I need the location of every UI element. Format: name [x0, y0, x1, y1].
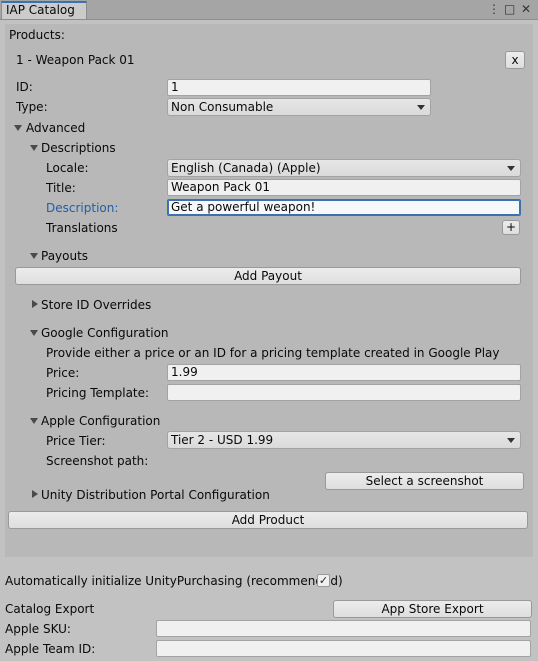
- locale-dropdown[interactable]: English (Canada) (Apple): [167, 159, 521, 177]
- google-pricing-hint: Provide either a price or an ID for a pr…: [46, 346, 500, 360]
- store-id-overrides-foldout-icon[interactable]: [32, 300, 38, 308]
- udp-configuration-foldout-label[interactable]: Unity Distribution Portal Configuration: [41, 487, 270, 503]
- udp-configuration-foldout-icon[interactable]: [32, 490, 38, 498]
- auto-initialize-checkbox[interactable]: ✓: [317, 574, 330, 587]
- close-icon[interactable]: ✕: [521, 1, 531, 17]
- auto-initialize-label: Automatically initialize UnityPurchasing…: [5, 574, 343, 588]
- apple-team-id-field[interactable]: [156, 640, 531, 657]
- select-screenshot-button[interactable]: Select a screenshot: [325, 472, 524, 490]
- products-heading: Products:: [9, 28, 65, 42]
- window-tab-bar: IAP Catalog ⋮ □ ✕: [0, 0, 538, 20]
- apple-sku-field[interactable]: [156, 620, 531, 637]
- title-label: Title:: [46, 181, 76, 195]
- description-label: Description:: [46, 201, 119, 215]
- price-tier-dropdown[interactable]: Tier 2 - USD 1.99: [167, 431, 521, 449]
- description-field[interactable]: Get a powerful weapon!: [167, 199, 521, 216]
- id-field[interactable]: 1: [167, 79, 431, 96]
- apple-sku-label: Apple SKU:: [5, 622, 71, 636]
- descriptions-foldout-label[interactable]: Descriptions: [41, 140, 116, 156]
- translations-label: Translations: [46, 221, 118, 235]
- price-label: Price:: [46, 366, 80, 380]
- locale-dropdown-value: English (Canada) (Apple): [171, 161, 321, 175]
- chevron-down-icon: [417, 105, 425, 110]
- advanced-foldout-icon[interactable]: [14, 125, 22, 131]
- title-field[interactable]: Weapon Pack 01: [167, 179, 521, 196]
- window-menu-icon[interactable]: ⋮: [488, 1, 500, 17]
- payouts-foldout-label[interactable]: Payouts: [41, 248, 88, 264]
- app-store-export-button[interactable]: App Store Export: [333, 600, 532, 618]
- google-configuration-foldout-icon[interactable]: [30, 330, 38, 336]
- screenshot-path-label: Screenshot path:: [46, 454, 149, 468]
- add-product-button[interactable]: Add Product: [8, 511, 528, 529]
- maximize-icon[interactable]: □: [504, 1, 515, 17]
- price-tier-dropdown-value: Tier 2 - USD 1.99: [171, 433, 274, 447]
- pricing-template-field[interactable]: [167, 384, 521, 401]
- descriptions-foldout-icon[interactable]: [30, 145, 38, 151]
- add-translation-button[interactable]: +: [502, 220, 520, 235]
- locale-label: Locale:: [46, 161, 89, 175]
- apple-configuration-foldout-icon[interactable]: [30, 418, 38, 424]
- type-dropdown-value: Non Consumable: [171, 100, 274, 114]
- type-dropdown[interactable]: Non Consumable: [167, 98, 431, 116]
- apple-team-id-label: Apple Team ID:: [5, 642, 96, 656]
- store-id-overrides-foldout-label[interactable]: Store ID Overrides: [41, 297, 151, 313]
- chevron-down-icon: [507, 166, 515, 171]
- pricing-template-label: Pricing Template:: [46, 386, 150, 400]
- add-payout-button[interactable]: Add Payout: [15, 267, 521, 285]
- google-configuration-foldout-label[interactable]: Google Configuration: [41, 325, 169, 341]
- chevron-down-icon: [507, 438, 515, 443]
- price-tier-label: Price Tier:: [46, 434, 106, 448]
- advanced-foldout-label[interactable]: Advanced: [26, 120, 85, 136]
- apple-configuration-foldout-label[interactable]: Apple Configuration: [41, 413, 160, 429]
- catalog-export-label: Catalog Export: [5, 602, 95, 616]
- price-field[interactable]: 1.99: [167, 364, 521, 381]
- type-label: Type:: [16, 100, 48, 114]
- remove-product-button[interactable]: x: [505, 51, 525, 69]
- id-label: ID:: [16, 80, 33, 94]
- payouts-foldout-icon[interactable]: [30, 253, 38, 259]
- tab-iap-catalog[interactable]: IAP Catalog: [1, 1, 87, 19]
- product-header: 1 - Weapon Pack 01: [16, 53, 135, 67]
